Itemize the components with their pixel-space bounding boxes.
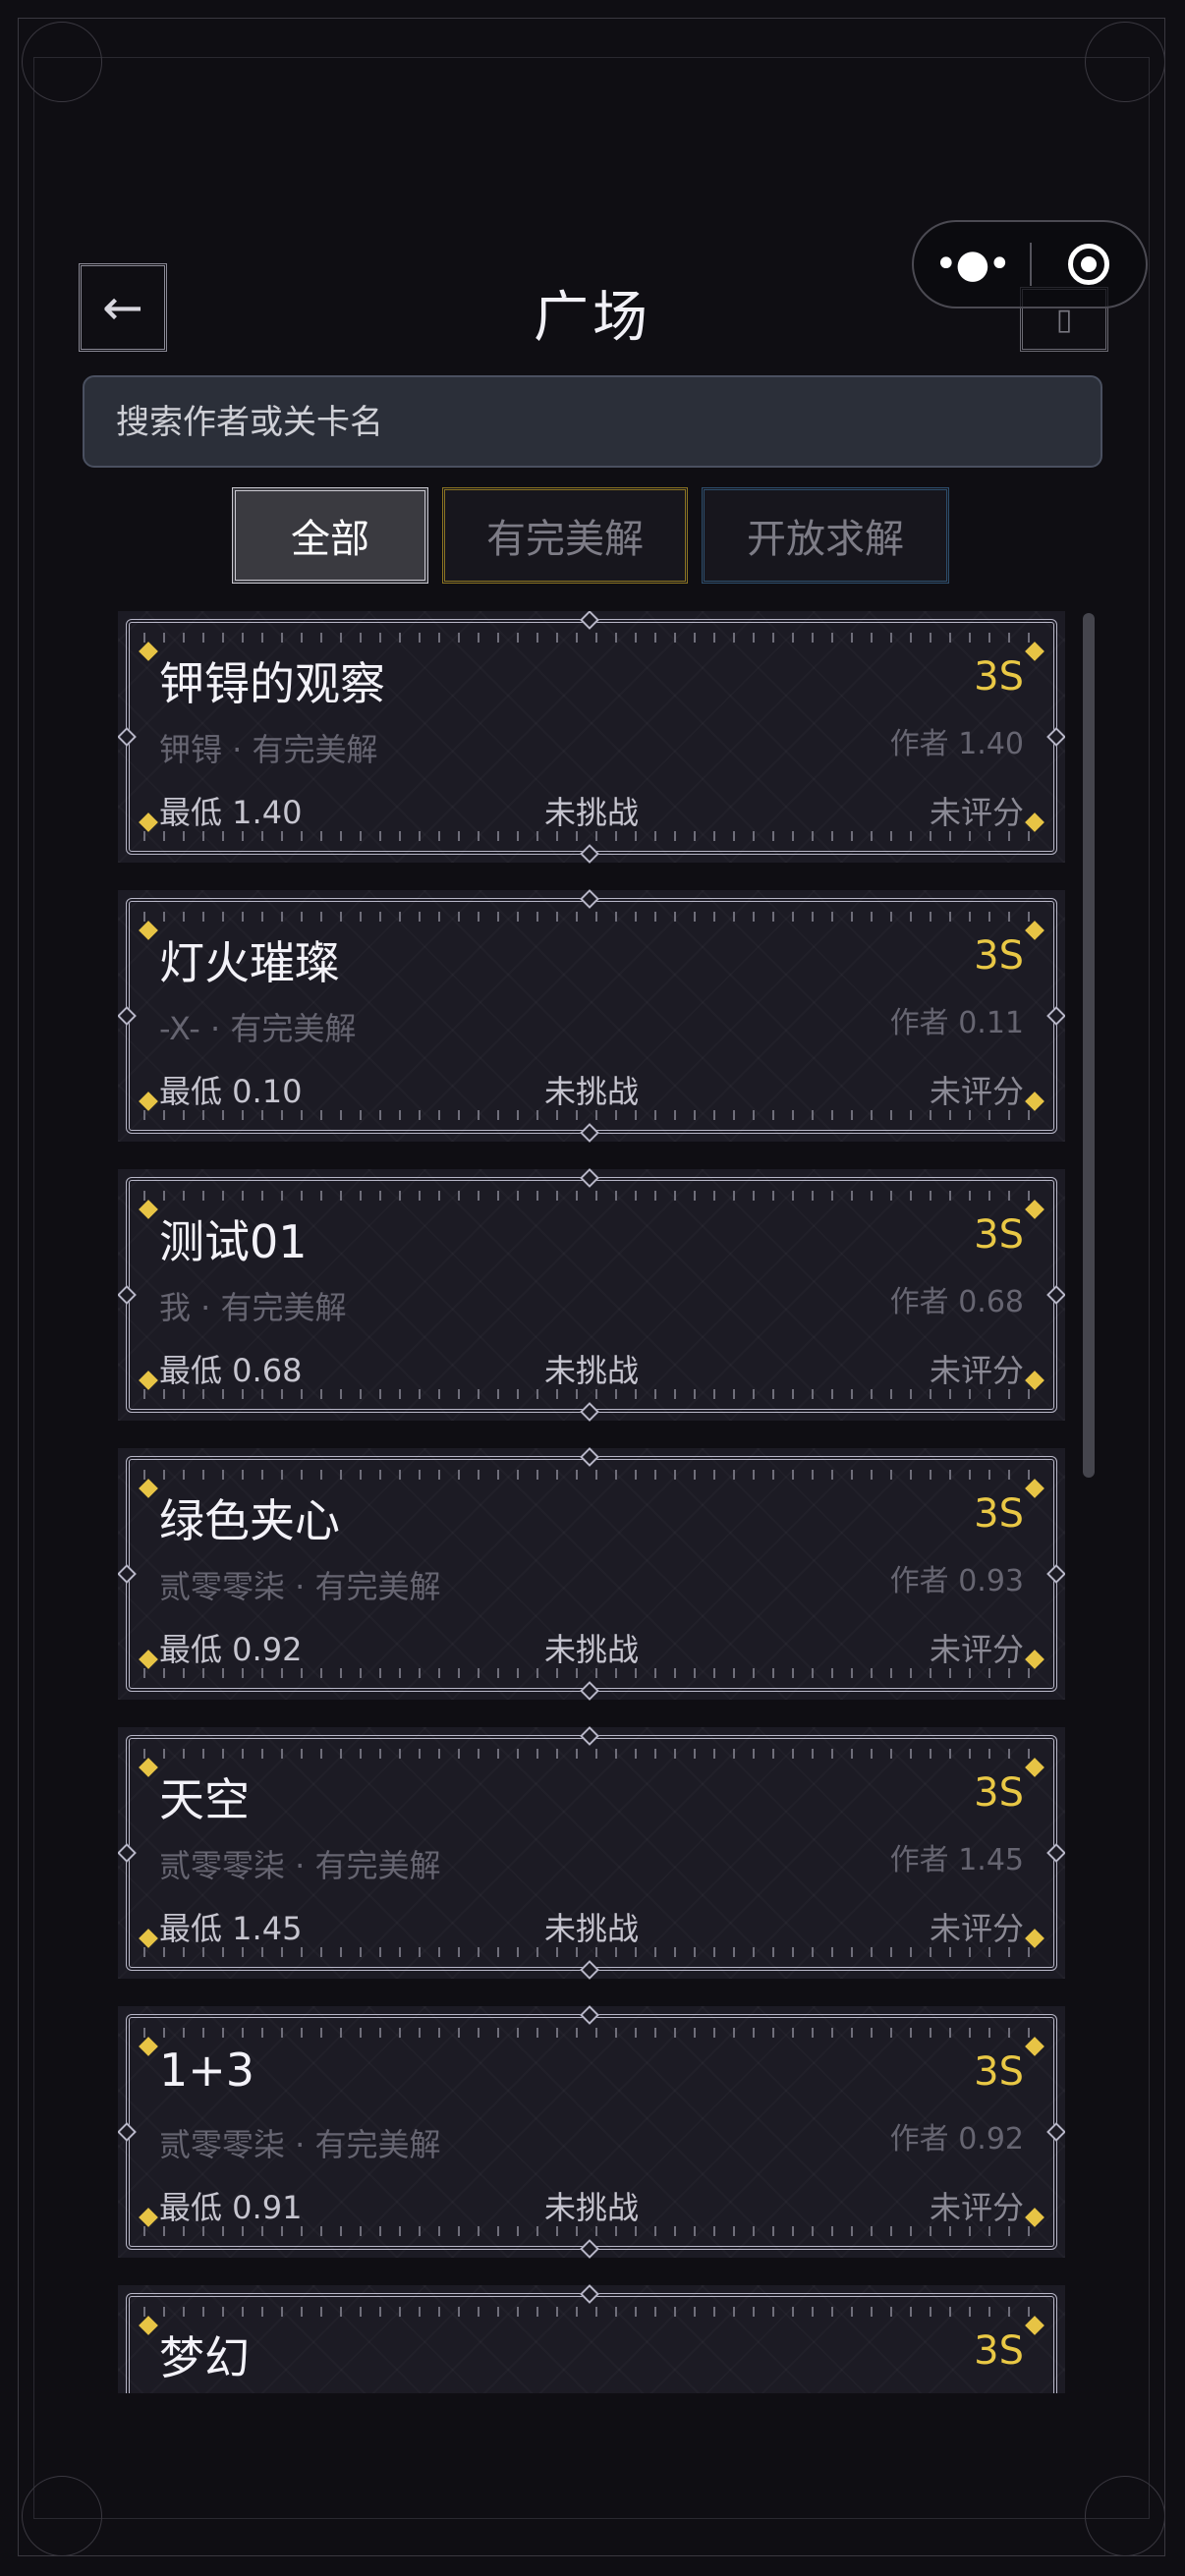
- author-score: 作者 0.68: [889, 1285, 1024, 1319]
- level-list[interactable]: 钾锝的观察 3S 钾锝 · 有完美解 作者 1.40 最低 1.40 未挑战 未…: [118, 611, 1065, 2393]
- author-score: 作者 0.93: [889, 1564, 1024, 1598]
- level-meta: 我 · 有完美解: [159, 1289, 347, 1326]
- difficulty-badge: 3S: [974, 2328, 1024, 2374]
- difficulty-badge: 3S: [974, 2049, 1024, 2095]
- rating-status: 未评分: [929, 2189, 1024, 2226]
- rating-status: 未评分: [929, 1910, 1024, 1947]
- author-score: 作者 0.11: [889, 1006, 1024, 1040]
- filter-tabs: 全部 有完美解 开放求解: [0, 487, 1185, 584]
- level-meta: -X- · 有完美解: [159, 1010, 357, 1047]
- difficulty-badge: 3S: [974, 1212, 1024, 1258]
- more-options-button[interactable]: •●•: [914, 242, 1030, 287]
- level-name: 绿色夹心: [159, 1494, 340, 1547]
- level-card[interactable]: 1+3 3S 贰零零柒 · 有完美解 作者 0.92 最低 0.91 未挑战 未…: [118, 2005, 1065, 2259]
- level-name: 测试01: [159, 1215, 308, 1268]
- author-score: 作者 1.45: [889, 1843, 1024, 1877]
- level-meta: 贰零零柒 · 有完美解: [159, 2126, 441, 2163]
- tab-all[interactable]: 全部: [232, 487, 428, 584]
- difficulty-badge: 3S: [974, 1491, 1024, 1537]
- level-meta: 贰零零柒 · 有完美解: [159, 1568, 441, 1605]
- more-dots-icon: •●•: [933, 242, 1011, 287]
- rating-status: 未评分: [929, 1352, 1024, 1389]
- search-input[interactable]: [114, 377, 1075, 468]
- rating-status: 未评分: [929, 1073, 1024, 1110]
- rating-status: 未评分: [929, 794, 1024, 831]
- challenge-status: 未挑战: [543, 2189, 639, 2226]
- list-scrollbar[interactable]: [1083, 613, 1095, 1478]
- level-name: 灯火璀璨: [159, 936, 340, 989]
- challenge-status: 未挑战: [543, 794, 639, 831]
- level-name: 天空: [159, 1773, 250, 1826]
- target-icon: [1067, 244, 1109, 285]
- challenge-status: 未挑战: [543, 1910, 639, 1947]
- search-box: [83, 375, 1102, 468]
- corner-ornament: [22, 22, 102, 102]
- level-card[interactable]: 钾锝的观察 3S 钾锝 · 有完美解 作者 1.40 最低 1.40 未挑战 未…: [118, 611, 1065, 864]
- challenge-status: 未挑战: [543, 1073, 639, 1110]
- author-score: 作者 0.92: [889, 2122, 1024, 2156]
- corner-ornament: [1085, 22, 1165, 102]
- level-name: 梦幻: [159, 2331, 250, 2384]
- corner-ornament: [22, 2476, 102, 2556]
- corner-ornament: [1085, 2476, 1165, 2556]
- level-meta: 钾锝 · 有完美解: [159, 731, 378, 768]
- challenge-status: 未挑战: [543, 1352, 639, 1389]
- author-score: 作者 1.40: [889, 727, 1024, 761]
- level-meta: 贰零零柒 · 有完美解: [159, 1847, 441, 1884]
- level-name: 钾锝的观察: [159, 657, 385, 710]
- rating-status: 未评分: [929, 1631, 1024, 1668]
- challenge-status: 未挑战: [543, 1631, 639, 1668]
- difficulty-badge: 3S: [974, 654, 1024, 700]
- close-miniprogram-button[interactable]: [1032, 244, 1146, 285]
- miniprogram-capsule: •●•: [912, 220, 1148, 308]
- tab-perfect-solution[interactable]: 有完美解: [442, 487, 688, 584]
- level-name: 1+3: [159, 2044, 255, 2097]
- level-card[interactable]: 灯火璀璨 3S -X- · 有完美解 作者 0.11 最低 0.10 未挑战 未…: [118, 889, 1065, 1143]
- level-card[interactable]: 梦幻 3S: [118, 2284, 1065, 2393]
- tab-open-solving[interactable]: 开放求解: [702, 487, 949, 584]
- difficulty-badge: 3S: [974, 933, 1024, 979]
- level-card[interactable]: 天空 3S 贰零零柒 · 有完美解 作者 1.45 最低 1.45 未挑战 未评…: [118, 1726, 1065, 1980]
- level-card[interactable]: 绿色夹心 3S 贰零零柒 · 有完美解 作者 0.93 最低 0.92 未挑战 …: [118, 1447, 1065, 1701]
- difficulty-badge: 3S: [974, 1770, 1024, 1816]
- level-card[interactable]: 测试01 3S 我 · 有完美解 作者 0.68 最低 0.68 未挑战 未评分: [118, 1168, 1065, 1422]
